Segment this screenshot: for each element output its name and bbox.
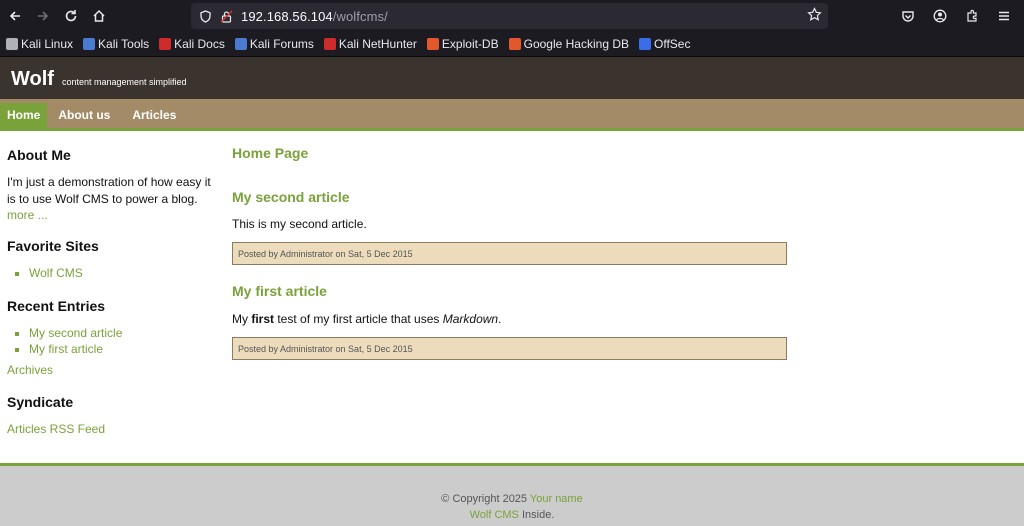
menu-icon[interactable] [990, 2, 1018, 30]
list-item: My second article [29, 325, 212, 341]
footer-copyright: © Copyright 2025 Your name [0, 493, 1024, 505]
bookmark-label: Kali Linux [21, 37, 74, 51]
inside-text: Inside. [521, 509, 555, 521]
about-me-heading: About Me [7, 147, 71, 163]
bookmark-label: Google Hacking DB [523, 37, 629, 51]
kali-forums-icon [234, 38, 247, 50]
nav-home[interactable]: Home [0, 103, 48, 128]
bookmark-label: Kali Tools [98, 37, 150, 51]
wolf-cms-link[interactable]: Wolf CMS [470, 509, 519, 521]
url-path: /wolfcms/ [332, 8, 388, 24]
exploit-db-icon [426, 38, 439, 50]
nav-about-us[interactable]: About us [47, 103, 121, 128]
bookmark-google-hacking-db[interactable]: Google Hacking DB [508, 37, 629, 51]
copyright-text: © Copyright 2025 [441, 493, 528, 505]
favorite-sites-list: Wolf CMS [7, 265, 212, 281]
bookmark-exploit-db[interactable]: Exploit-DB [426, 37, 499, 51]
home-icon[interactable] [85, 2, 113, 30]
forward-arrow-icon[interactable] [29, 2, 57, 30]
footer-powered: Wolf CMS Inside. [0, 509, 1024, 521]
kali-dragon-icon [6, 38, 18, 50]
bookmark-label: OffSec [654, 37, 691, 51]
bookmark-star-icon[interactable] [807, 7, 822, 25]
site-nav: Home About us Articles [0, 99, 1024, 131]
bookmark-kali-tools[interactable]: Kali Tools [83, 37, 149, 51]
bookmark-kali-docs[interactable]: Kali Docs [159, 37, 225, 51]
extensions-icon[interactable] [958, 2, 986, 30]
bookmark-label: Kali Forums [249, 37, 314, 51]
recent-entries-list: My second article My first article [7, 325, 212, 357]
page-title: Home Page [232, 145, 309, 161]
bookmark-label: Kali NetHunter [338, 37, 417, 51]
archives-link[interactable]: Archives [7, 363, 53, 377]
url-bar[interactable]: 192.168.56.104/wolfcms/ [191, 3, 828, 29]
offsec-icon [639, 38, 651, 50]
bookmark-label: Exploit-DB [441, 37, 499, 51]
site-footer: © Copyright 2025 Your name Wolf CMS Insi… [0, 463, 1024, 526]
about-me-text: I'm just a demonstration of how easy it … [7, 175, 211, 206]
bookmarks-toolbar: Kali Linux Kali Tools Kali Docs Kali Forums… [0, 32, 1024, 57]
bookmark-kali-nethunter[interactable]: Kali NetHunter [323, 37, 417, 51]
article-text-bold: first [251, 312, 275, 326]
ghdb-icon [508, 38, 521, 50]
about-more-link[interactable]: more ... [7, 208, 48, 222]
article-title-first[interactable]: My first article [232, 283, 787, 299]
insecure-lock-icon[interactable] [220, 10, 233, 23]
article-first-body: My first test of my first article that u… [232, 312, 787, 326]
favorite-sites-heading: Favorite Sites [7, 238, 99, 254]
site-logo[interactable]: Wolf [11, 57, 54, 101]
rss-feed-link[interactable]: Articles RSS Feed [7, 422, 105, 436]
article-text: My [232, 312, 252, 326]
url-text[interactable]: 192.168.56.104/wolfcms/ [241, 9, 388, 24]
back-arrow-icon[interactable] [1, 2, 29, 30]
favorite-wolf-cms-link[interactable]: Wolf CMS [29, 266, 83, 280]
list-item: My first article [29, 341, 212, 357]
bookmark-kali-linux[interactable]: Kali Linux [6, 37, 73, 51]
article-first-title-link[interactable]: My first article [232, 283, 327, 299]
recent-second-article-link[interactable]: My second article [29, 326, 122, 340]
article-text-italic: Markdown [442, 312, 499, 326]
url-host: 192.168.56.104 [241, 8, 333, 24]
bookmark-kali-forums[interactable]: Kali Forums [234, 37, 314, 51]
article-text: test of my first article that uses [274, 312, 443, 326]
syndicate-heading: Syndicate [7, 394, 74, 410]
pocket-icon[interactable] [894, 2, 922, 30]
recent-entries-heading: Recent Entries [7, 298, 106, 314]
article-text: . [498, 312, 502, 326]
sidebar: About Me I'm just a demonstration of how… [7, 131, 212, 436]
account-icon[interactable] [926, 2, 954, 30]
content-area: About Me I'm just a demonstration of how… [0, 131, 1024, 464]
article-second-title-link[interactable]: My second article [232, 189, 350, 205]
kali-tools-icon [83, 38, 96, 50]
article-title-second[interactable]: My second article [232, 189, 787, 205]
site-tagline: content management simplified [61, 77, 187, 87]
main-content: Home Page My second article This is my s… [232, 131, 787, 360]
recent-first-article-link[interactable]: My first article [29, 342, 103, 356]
nethunter-icon [323, 38, 336, 50]
browser-toolbar: 192.168.56.104/wolfcms/ [0, 0, 1024, 32]
article-second-body: This is my second article. [232, 217, 367, 231]
reload-icon[interactable] [57, 2, 85, 30]
bookmark-label: Kali Docs [174, 37, 225, 51]
site-header: Wolf content management simplified [0, 57, 1024, 99]
bookmark-offsec[interactable]: OffSec [639, 37, 690, 51]
nav-articles[interactable]: Articles [121, 103, 187, 128]
article-first-posted: Posted by Administrator on Sat, 5 Dec 20… [232, 337, 787, 360]
shield-icon[interactable] [199, 9, 212, 23]
your-name-link[interactable]: Your name [530, 493, 583, 505]
list-item: Wolf CMS [29, 265, 212, 281]
kali-docs-icon [159, 38, 172, 50]
article-second-posted: Posted by Administrator on Sat, 5 Dec 20… [232, 242, 787, 265]
